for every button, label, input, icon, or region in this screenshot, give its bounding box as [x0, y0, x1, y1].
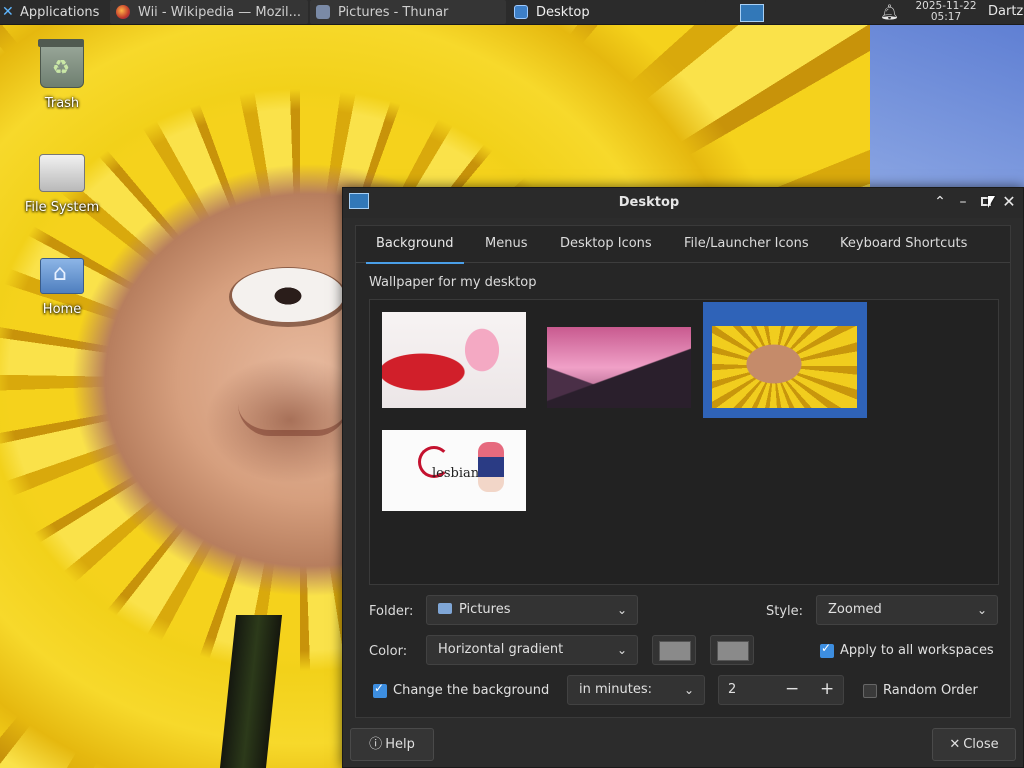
- window-title: Desktop: [618, 195, 680, 210]
- taskbar-label: Wii - Wikipedia — Mozil...: [138, 4, 302, 20]
- folder-value: Pictures: [459, 602, 511, 617]
- top-panel: ✕ Applications Wii - Wikipedia — Mozil..…: [0, 0, 1024, 25]
- style-label: Style:: [766, 604, 804, 619]
- thumbnail-image: lesbian: [382, 430, 526, 511]
- chevron-down-icon: ⌄: [683, 683, 694, 697]
- style-value: Zoomed: [828, 602, 882, 617]
- desktop-settings-window: Desktop ⌃ – ✕ Background Menus Desktop I…: [342, 187, 1024, 768]
- help-button[interactable]: ⓘ Help: [350, 728, 434, 761]
- desktop-icon-label: Home: [42, 302, 82, 317]
- decrement-button[interactable]: −: [785, 679, 799, 699]
- checkbox-label: Apply to all workspaces: [840, 643, 994, 658]
- checkbox-checked-icon: [820, 641, 834, 658]
- wallpaper-thumbnail[interactable]: [374, 302, 532, 416]
- close-label: Close: [963, 737, 999, 752]
- interval-unit-dropdown[interactable]: in minutes: ⌄: [567, 675, 705, 705]
- help-icon: ⓘ: [369, 737, 383, 752]
- panel-clock[interactable]: 2025-11-22 05:17: [908, 1, 984, 23]
- thumbnail-image: [382, 312, 526, 408]
- folder-dropdown[interactable]: Pictures ⌄: [426, 595, 638, 625]
- minimize-icon: –: [959, 194, 967, 210]
- color-value: Horizontal gradient: [438, 642, 564, 657]
- xfce-logo-icon: ✕: [2, 4, 14, 20]
- color-label: Color:: [369, 644, 408, 659]
- home-folder-icon: [40, 258, 84, 294]
- settings-content: Background Menus Desktop Icons File/Laun…: [355, 225, 1011, 718]
- wallpaper-mouth: [238, 404, 348, 436]
- wallpaper-stem: [219, 615, 283, 768]
- trash-icon: [38, 39, 84, 88]
- random-order-checkbox[interactable]: Random Order: [863, 683, 978, 698]
- wallpaper-eye: [232, 268, 344, 322]
- window-titlebar[interactable]: Desktop ⌃ – ✕: [343, 188, 1023, 218]
- interval-value: in minutes:: [579, 682, 652, 697]
- applications-menu-button[interactable]: ✕ Applications: [0, 0, 108, 24]
- wallpaper-section-label: Wallpaper for my desktop: [369, 275, 537, 290]
- close-button[interactable]: ✕ Close: [932, 728, 1016, 761]
- tab-menus[interactable]: Menus: [485, 236, 527, 251]
- folder-label: Folder:: [369, 604, 414, 619]
- minimize-button[interactable]: –: [954, 193, 972, 211]
- thumbnail-image: [547, 327, 691, 408]
- color-swatch: [717, 641, 749, 661]
- mouse-pointer-icon: [988, 196, 995, 208]
- applications-label: Applications: [20, 4, 100, 20]
- tab-background[interactable]: Background: [366, 236, 464, 264]
- checkbox-label: Random Order: [883, 683, 978, 698]
- color-picker-button-2[interactable]: [710, 635, 754, 665]
- desktop-icon-home[interactable]: Home: [7, 252, 117, 317]
- interval-spinbutton[interactable]: 2 − +: [718, 675, 844, 705]
- taskbar-button-desktop[interactable]: Desktop: [508, 0, 706, 24]
- close-window-button[interactable]: ✕: [1000, 193, 1018, 211]
- shade-button[interactable]: ⌃: [931, 193, 949, 211]
- style-dropdown[interactable]: Zoomed ⌄: [816, 595, 998, 625]
- tab-keyboard-shortcuts[interactable]: Keyboard Shortcuts: [840, 236, 967, 251]
- taskbar-label: Desktop: [536, 4, 590, 20]
- desktop-icon-trash[interactable]: Trash: [7, 39, 117, 111]
- folder-icon: [316, 5, 330, 19]
- taskbar-button-thunar[interactable]: Pictures - Thunar: [310, 0, 506, 24]
- desktop-icon-file-system[interactable]: File System: [7, 148, 117, 215]
- color-swatch: [659, 641, 691, 661]
- wallpaper-grid[interactable]: lesbian: [369, 299, 999, 585]
- checkbox-checked-icon: [373, 681, 387, 698]
- help-label: Help: [385, 737, 415, 752]
- drive-icon: [39, 154, 85, 192]
- desktop-icon-label: Trash: [44, 96, 80, 111]
- interval-number[interactable]: 2: [728, 682, 736, 697]
- checkbox-label: Change the background: [393, 683, 550, 698]
- wallpaper-thumbnail[interactable]: lesbian: [374, 424, 532, 511]
- tab-desktop-icons[interactable]: Desktop Icons: [560, 236, 652, 251]
- wallpaper-sky: [870, 24, 1024, 194]
- taskbar-button-firefox[interactable]: Wii - Wikipedia — Mozil...: [110, 0, 308, 24]
- chevron-down-icon: ⌄: [616, 643, 627, 657]
- tray-desktop-settings-icon[interactable]: [740, 4, 764, 22]
- thumbnail-image: [712, 326, 857, 408]
- notification-bell-icon[interactable]: 🔔︎: [880, 3, 899, 21]
- close-icon: ✕: [1002, 192, 1016, 211]
- increment-button[interactable]: +: [820, 679, 834, 699]
- wallpaper-thumbnail[interactable]: [540, 302, 698, 416]
- apply-all-workspaces-checkbox[interactable]: Apply to all workspaces: [820, 641, 994, 658]
- checkbox-unchecked-icon: [863, 683, 877, 698]
- tab-bar: Background Menus Desktop Icons File/Laun…: [356, 226, 1010, 264]
- chevron-up-icon: ⌃: [934, 194, 946, 210]
- chevron-down-icon: ⌄: [976, 603, 987, 617]
- close-icon: ✕: [949, 737, 961, 752]
- color-dropdown[interactable]: Horizontal gradient ⌄: [426, 635, 638, 665]
- desktop-icon-label: File System: [24, 200, 100, 215]
- clock-time: 05:17: [930, 11, 962, 23]
- folder-icon: [438, 603, 452, 614]
- chevron-down-icon: ⌄: [616, 603, 627, 617]
- color-picker-button-1[interactable]: [652, 635, 696, 665]
- user-menu[interactable]: Dartz: [988, 4, 1023, 19]
- desktop-settings-icon: [514, 5, 528, 19]
- wallpaper-thumbnail-selected[interactable]: [703, 302, 867, 418]
- taskbar-label: Pictures - Thunar: [338, 4, 449, 20]
- firefox-icon: [116, 5, 130, 19]
- change-background-checkbox[interactable]: Change the background: [373, 681, 550, 698]
- thumbnail-text: lesbian: [432, 466, 480, 481]
- tab-file-launcher-icons[interactable]: File/Launcher Icons: [684, 236, 809, 251]
